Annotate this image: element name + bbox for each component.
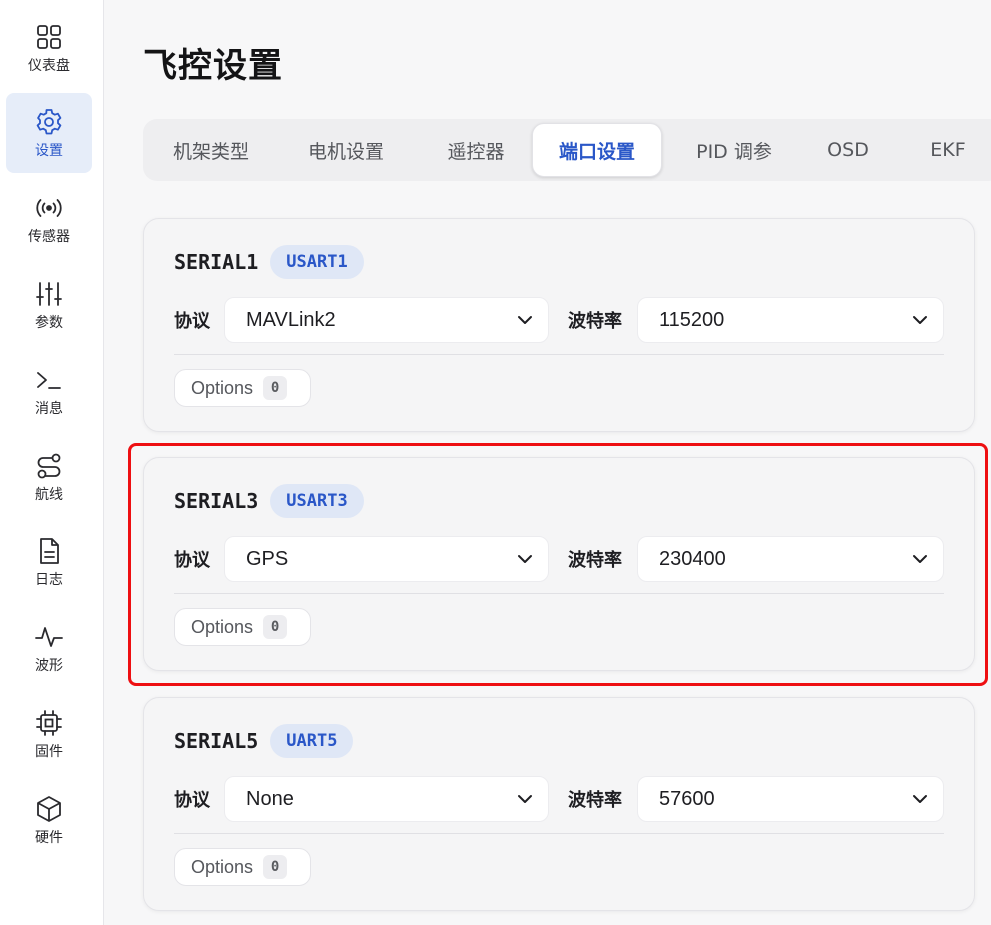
sidebar: 仪表盘 设置 传感器 参数 消息 航线 日志 波形 固件 硬件	[0, 0, 104, 925]
chevron-down-icon	[913, 795, 927, 803]
sidebar-item-firmware[interactable]: 固件	[6, 694, 92, 774]
port-badge: USART3	[270, 484, 364, 518]
chevron-down-icon	[518, 316, 532, 324]
options-count-badge: 0	[263, 615, 288, 639]
sidebar-item-sensors[interactable]: 传感器	[6, 179, 92, 259]
baud-select[interactable]: 115200	[637, 297, 944, 343]
terminal-icon	[37, 372, 61, 389]
port-card-serial1: SERIAL1 USART1 协议 MAVLink2 波特率 115200 Op…	[143, 218, 975, 432]
baud-label: 波特率	[568, 311, 622, 332]
sidebar-item-label: 航线	[35, 487, 63, 503]
protocol-value: MAVLink2	[246, 308, 336, 331]
baud-select[interactable]: 57600	[637, 776, 944, 822]
options-label: Options	[191, 856, 254, 877]
sidebar-item-logs[interactable]: 日志	[6, 522, 92, 602]
baud-label: 波特率	[568, 790, 622, 811]
sidebar-item-label: 固件	[35, 744, 63, 760]
sidebar-item-routes[interactable]: 航线	[6, 437, 92, 517]
tab-motor-settings[interactable]: 电机设置	[286, 123, 406, 177]
port-card-header: SERIAL1 USART1	[174, 245, 364, 279]
chevron-down-icon	[518, 555, 532, 563]
sidebar-item-label: 波形	[35, 658, 63, 674]
main-content: 飞控设置 机架类型 电机设置 遥控器 端口设置 PID 调参 OSD EKF S…	[105, 0, 991, 925]
sidebar-item-waveform[interactable]: 波形	[6, 608, 92, 688]
radio-signal-icon	[36, 199, 62, 217]
baud-value: 115200	[659, 308, 725, 331]
sidebar-item-label: 消息	[35, 401, 63, 417]
port-card-header: SERIAL3 USART3	[174, 484, 364, 518]
protocol-value: None	[246, 787, 294, 810]
sidebar-item-messages[interactable]: 消息	[6, 351, 92, 431]
options-button[interactable]: Options 0	[174, 608, 311, 646]
baud-value: 57600	[659, 787, 715, 810]
protocol-select[interactable]: None	[224, 776, 549, 822]
sidebar-item-params[interactable]: 参数	[6, 265, 92, 345]
chevron-down-icon	[518, 795, 532, 803]
sidebar-item-label: 参数	[35, 315, 63, 331]
serial-name: SERIAL1	[174, 250, 259, 274]
options-button[interactable]: Options 0	[174, 848, 311, 886]
sidebar-item-dashboard[interactable]: 仪表盘	[6, 8, 92, 88]
tab-pid-tuning[interactable]: PID 调参	[674, 123, 794, 177]
sidebar-item-label: 仪表盘	[28, 58, 70, 74]
cube-icon	[37, 796, 61, 822]
tab-frame-type[interactable]: 机架类型	[151, 123, 271, 177]
tab-bar: 机架类型 电机设置 遥控器 端口设置 PID 调参 OSD EKF	[143, 119, 991, 181]
sidebar-item-label: 传感器	[28, 229, 70, 245]
options-label: Options	[191, 377, 254, 398]
waveform-icon	[35, 627, 63, 647]
tab-ekf[interactable]: EKF	[903, 123, 991, 177]
chip-icon	[36, 710, 62, 736]
divider	[174, 354, 944, 355]
options-label: Options	[191, 616, 254, 637]
port-badge: UART5	[270, 724, 354, 758]
chevron-down-icon	[913, 555, 927, 563]
tab-osd[interactable]: OSD	[803, 123, 893, 177]
port-card-header: SERIAL5 UART5	[174, 724, 354, 758]
chevron-down-icon	[913, 316, 927, 324]
port-card-serial5: SERIAL5 UART5 协议 None 波特率 57600 Options …	[143, 697, 975, 911]
tab-port-settings[interactable]: 端口设置	[532, 123, 662, 177]
tab-remote-control[interactable]: 遥控器	[420, 123, 532, 177]
sidebar-item-settings[interactable]: 设置	[6, 93, 92, 173]
options-count-badge: 0	[263, 376, 288, 400]
protocol-select[interactable]: MAVLink2	[224, 297, 549, 343]
baud-value: 230400	[659, 547, 726, 570]
options-button[interactable]: Options 0	[174, 369, 311, 407]
sliders-icon	[36, 282, 62, 306]
serial-name: SERIAL3	[174, 489, 259, 513]
serial-name: SERIAL5	[174, 729, 259, 753]
document-icon	[40, 538, 59, 564]
port-card-serial3: SERIAL3 USART3 协议 GPS 波特率 230400 Options…	[143, 457, 975, 671]
divider	[174, 593, 944, 594]
route-icon	[37, 453, 61, 479]
gear-icon	[36, 109, 62, 135]
protocol-label: 协议	[174, 790, 210, 811]
protocol-select[interactable]: GPS	[224, 536, 549, 582]
options-count-badge: 0	[263, 855, 288, 879]
baud-label: 波特率	[568, 550, 622, 571]
sidebar-item-label: 硬件	[35, 830, 63, 846]
port-badge: USART1	[270, 245, 364, 279]
sidebar-item-hardware[interactable]: 硬件	[6, 780, 92, 860]
divider	[174, 833, 944, 834]
dashboard-grid-icon	[37, 25, 61, 49]
sidebar-item-label: 设置	[35, 143, 63, 159]
page-title: 飞控设置	[143, 46, 283, 86]
baud-select[interactable]: 230400	[637, 536, 944, 582]
protocol-label: 协议	[174, 311, 210, 332]
sidebar-item-label: 日志	[35, 572, 63, 588]
protocol-value: GPS	[246, 547, 289, 570]
protocol-label: 协议	[174, 550, 210, 571]
